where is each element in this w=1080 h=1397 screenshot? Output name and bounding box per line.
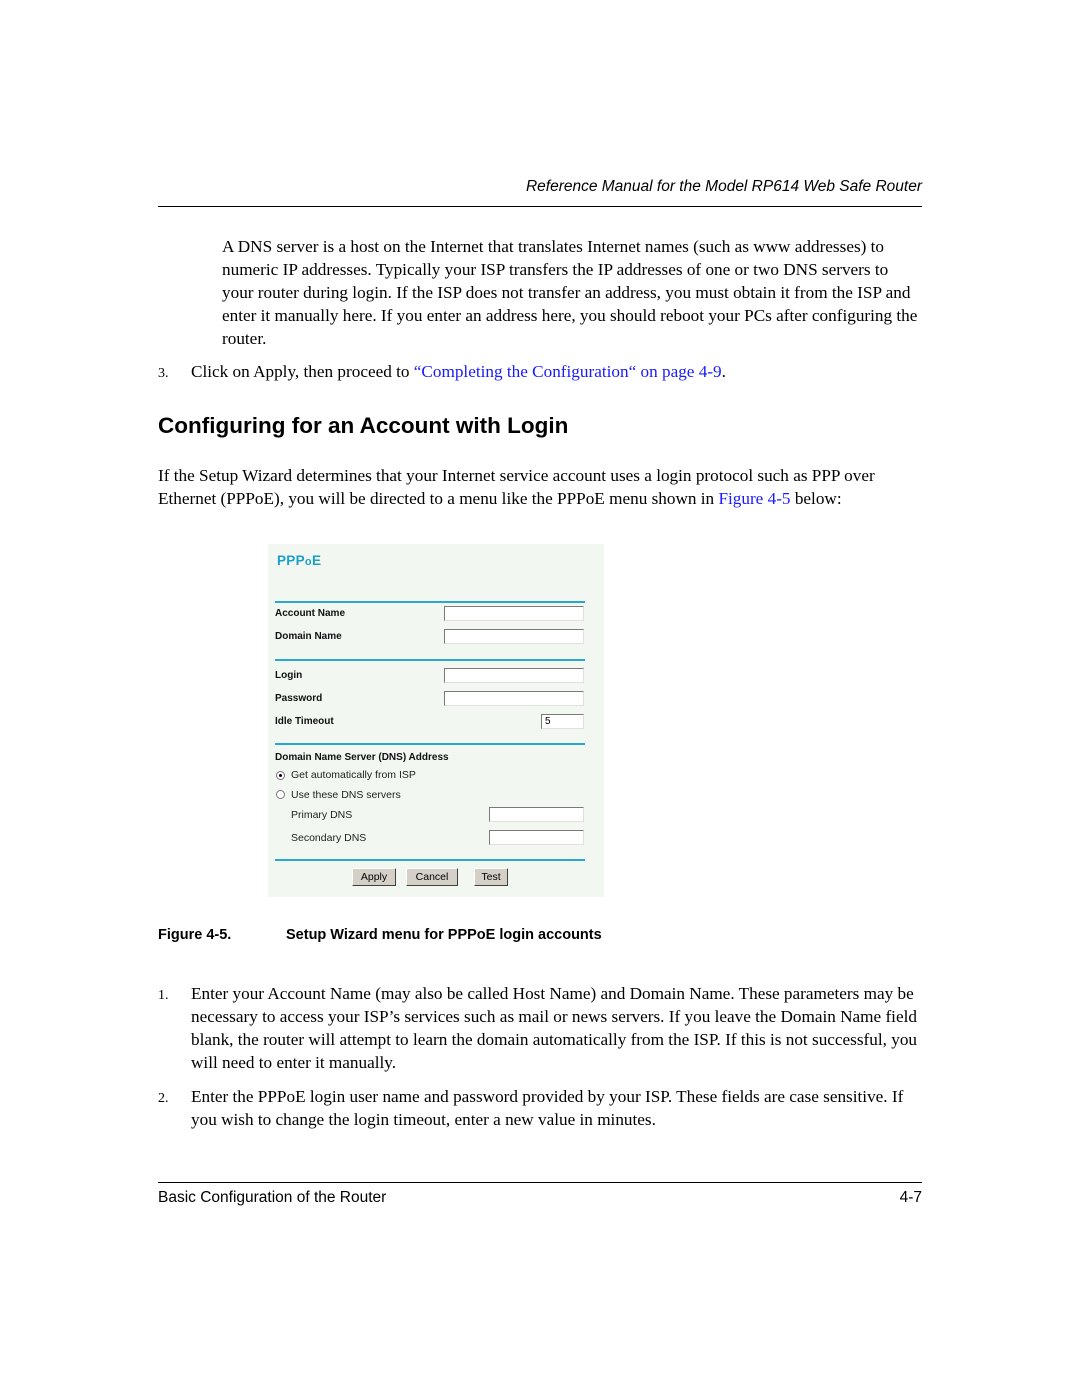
header-rule [158,206,922,207]
footer-rule [158,1182,922,1183]
secondary-dns-label: Secondary DNS [291,832,367,844]
figure-link[interactable]: Figure 4-5 [718,489,790,508]
section-divider [275,859,585,861]
panel-title-part: PPP [277,553,305,568]
page-number: 4-7 [899,1189,922,1206]
running-header: Reference Manual for the Model RP614 Web… [525,178,922,195]
secondary-dns-input[interactable] [489,830,584,845]
dns-manual-radio[interactable] [276,790,285,799]
login-input[interactable] [444,668,584,683]
step-3: 3. Click on Apply, then proceed to “Comp… [158,360,922,383]
test-button[interactable]: Test [474,868,508,886]
footer-chapter: Basic Configuration of the Router [158,1189,387,1206]
step-text-end: . [721,362,726,381]
step-2: 2. Enter the PPPoE login user name and p… [158,1085,922,1131]
password-input[interactable] [444,691,584,706]
step-number: 1. [158,988,169,1003]
step-1: 1. Enter your Account Name (may also be … [158,982,922,1074]
dns-paragraph: A DNS server is a host on the Internet t… [222,237,918,348]
section-title-wrap: Configuring for an Account with Login [158,413,568,439]
panel-title: PPPoE [277,553,321,568]
caption-label: Figure 4-5. [158,927,232,943]
completing-config-link[interactable]: “Completing the Configuration“ on page 4… [414,362,722,381]
primary-dns-input[interactable] [489,807,584,822]
dns-manual-label: Use these DNS servers [291,789,401,801]
idle-timeout-input[interactable] [541,714,584,729]
step-text: Click on Apply, then proceed to [191,362,414,381]
panel-title-part: E [311,553,322,568]
caption-text: Setup Wizard menu for PPPoE login accoun… [286,927,602,943]
domain-name-input[interactable] [444,629,584,644]
panel-title-part: o [304,556,312,568]
section-divider [275,659,585,661]
step-text: Enter your Account Name (may also be cal… [191,984,918,1072]
page-footer: Basic Configuration of the Router 4-7 [158,1189,922,1207]
account-name-label: Account Name [275,608,346,619]
domain-name-label: Domain Name [275,631,342,642]
section-intro: If the Setup Wizard determines that your… [158,464,922,510]
dns-auto-radio[interactable] [276,771,285,780]
password-label: Password [275,693,323,704]
step-number: 2. [158,1091,169,1106]
account-name-input[interactable] [444,606,584,621]
section-divider [275,743,585,745]
dns-auto-label: Get automatically from ISP [291,769,416,781]
step-text: Enter the PPPoE login user name and pass… [191,1087,904,1129]
cancel-button[interactable]: Cancel [406,868,458,886]
pppoe-panel: PPPoE Account Name Domain Name Login Pas… [268,544,604,897]
section-divider [275,601,585,603]
step-number: 3. [158,366,169,381]
section-title: Configuring for an Account with Login [158,413,569,438]
figure-caption: Figure 4-5. Setup Wizard menu for PPPoE l… [158,927,602,943]
intro-text-end: below: [790,489,842,508]
primary-dns-label: Primary DNS [291,809,353,821]
idle-timeout-label: Idle Timeout [275,716,334,727]
dns-section-label: Domain Name Server (DNS) Address [275,752,449,763]
login-label: Login [275,670,303,681]
apply-button[interactable]: Apply [352,868,396,886]
